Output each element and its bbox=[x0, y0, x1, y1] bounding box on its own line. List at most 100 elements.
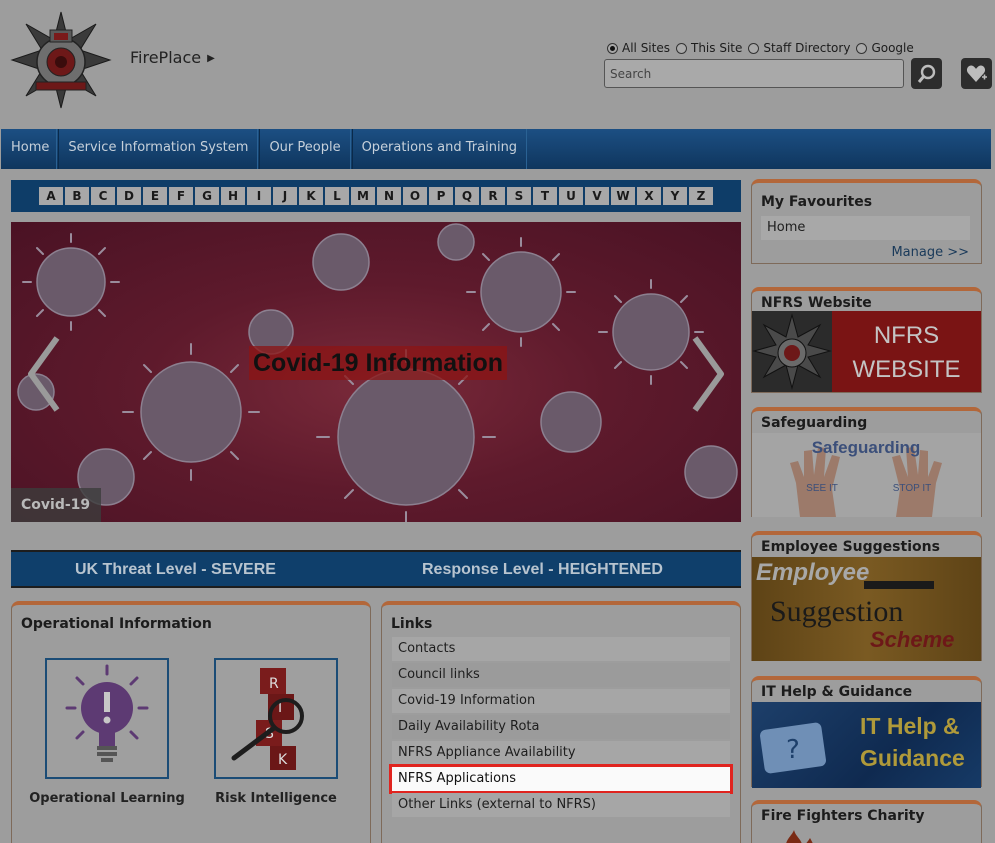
az-letter[interactable]: V bbox=[585, 187, 609, 205]
scope-this-site[interactable]: This Site bbox=[675, 41, 742, 55]
slide-title[interactable]: Covid-19 Information bbox=[249, 346, 508, 380]
radio-icon[interactable] bbox=[607, 42, 618, 54]
az-letter[interactable]: P bbox=[429, 187, 453, 205]
az-letter[interactable]: S bbox=[507, 187, 531, 205]
nfrs-website-panel: NFRS Website NFRS WEBSITE bbox=[751, 287, 982, 393]
link-covid-19-information[interactable]: Covid-19 Information bbox=[392, 689, 730, 713]
nfrs-website-banner[interactable]: NFRS WEBSITE bbox=[752, 311, 981, 392]
az-letter[interactable]: H bbox=[221, 187, 245, 205]
carousel-next-icon[interactable] bbox=[687, 334, 727, 414]
site-title[interactable]: FirePlace ▶ bbox=[130, 48, 215, 67]
panel-title: Safeguarding bbox=[761, 415, 868, 431]
az-letter[interactable]: Y bbox=[663, 187, 687, 205]
news-carousel[interactable]: Covid-19 Information Covid-19 bbox=[11, 222, 741, 522]
manage-favourites-link[interactable]: Manage >> bbox=[891, 245, 969, 260]
az-letter[interactable]: W bbox=[611, 187, 635, 205]
operational-learning-label[interactable]: Operational Learning bbox=[27, 791, 187, 806]
risk-intelligence-label[interactable]: Risk Intelligence bbox=[196, 791, 356, 806]
az-letter[interactable]: E bbox=[143, 187, 167, 205]
heart-plus-icon bbox=[966, 65, 987, 82]
az-letter[interactable]: Q bbox=[455, 187, 479, 205]
safeguarding-panel: Safeguarding Safeguarding SEE IT STOP IT bbox=[751, 407, 982, 517]
banner-text-line: WEBSITE bbox=[852, 356, 961, 383]
link-nfrs-applications[interactable]: NFRS Applications bbox=[389, 764, 733, 794]
panel-title: IT Help & Guidance bbox=[761, 684, 913, 700]
slide-caption: Covid-19 bbox=[11, 488, 101, 522]
hands-icon: Safeguarding SEE IT STOP IT bbox=[790, 438, 942, 517]
nav-home[interactable]: Home bbox=[1, 129, 58, 169]
az-letter[interactable]: C bbox=[91, 187, 115, 205]
az-letter[interactable]: T bbox=[533, 187, 557, 205]
carousel-prev-icon[interactable] bbox=[25, 334, 65, 414]
risk-intelligence-tile[interactable]: R I S K bbox=[214, 658, 338, 779]
radio-icon[interactable] bbox=[856, 42, 868, 54]
az-letter[interactable]: L bbox=[325, 187, 349, 205]
a-z-index: A B C D E F G H I J K L M N O P Q R S T … bbox=[11, 180, 741, 212]
banner-text-line: NFRS bbox=[873, 322, 940, 349]
az-letter[interactable]: R bbox=[481, 187, 505, 205]
employee-suggestions-banner[interactable]: Employee Suggestion Scheme bbox=[752, 557, 981, 661]
operational-information-panel: Operational Information Operational Lear… bbox=[11, 601, 371, 843]
svg-text:?: ? bbox=[786, 735, 800, 765]
links-panel: Links Contacts Council links Covid-19 In… bbox=[381, 601, 741, 843]
safeguarding-banner[interactable]: Safeguarding SEE IT STOP IT bbox=[752, 433, 981, 517]
uk-threat-level: UK Threat Level - SEVERE bbox=[75, 561, 276, 578]
nfrs-logo[interactable] bbox=[10, 10, 112, 110]
search-icon bbox=[917, 64, 935, 83]
nfrs-crest-icon bbox=[752, 311, 832, 392]
response-level: Response Level - HEIGHTENED bbox=[422, 561, 663, 578]
az-letter[interactable]: B bbox=[65, 187, 89, 205]
link-nfrs-appliance-availability[interactable]: NFRS Appliance Availability bbox=[392, 741, 730, 765]
az-letter[interactable]: K bbox=[299, 187, 323, 205]
az-letter[interactable]: M bbox=[351, 187, 375, 205]
hand-left-text: SEE IT bbox=[806, 483, 838, 494]
radio-icon[interactable] bbox=[675, 42, 687, 54]
link-other-links[interactable]: Other Links (external to NFRS) bbox=[392, 793, 730, 817]
scope-staff-directory[interactable]: Staff Directory bbox=[748, 41, 850, 55]
link-contacts[interactable]: Contacts bbox=[392, 637, 730, 661]
risk-cubes-icon: R I S K bbox=[231, 668, 304, 770]
flame-icon[interactable] bbox=[782, 830, 822, 843]
az-letter[interactable]: O bbox=[403, 187, 427, 205]
link-daily-availability-rota[interactable]: Daily Availability Rota bbox=[392, 715, 730, 739]
banner-text-line: IT Help & bbox=[860, 713, 960, 739]
my-favourites-panel: My Favourites Home Manage >> bbox=[751, 179, 982, 264]
employee-suggestions-panel: Employee Suggestions Employee Suggestion… bbox=[751, 531, 982, 661]
az-letter[interactable]: F bbox=[169, 187, 193, 205]
panel-title: NFRS Website bbox=[761, 295, 872, 311]
az-letter[interactable]: G bbox=[195, 187, 219, 205]
scope-all-sites[interactable]: All Sites bbox=[607, 41, 670, 55]
panel-title: Fire Fighters Charity bbox=[761, 808, 925, 824]
search-input[interactable] bbox=[604, 59, 904, 88]
keyboard-key-icon: ? bbox=[760, 722, 826, 774]
scope-google[interactable]: Google bbox=[856, 41, 914, 55]
az-letter[interactable]: Z bbox=[689, 187, 713, 205]
az-letter[interactable]: I bbox=[247, 187, 271, 205]
link-council-links[interactable]: Council links bbox=[392, 663, 730, 687]
search-button[interactable] bbox=[911, 58, 942, 89]
banner-text-scheme: Scheme bbox=[870, 627, 955, 652]
favourite-item[interactable]: Home bbox=[761, 216, 970, 240]
slot-icon bbox=[864, 581, 934, 589]
it-help-banner[interactable]: ? IT Help & Guidance bbox=[752, 702, 981, 788]
nav-operations-and-training[interactable]: Operations and Training bbox=[351, 129, 528, 169]
svg-text:K: K bbox=[278, 752, 288, 768]
az-letter[interactable]: J bbox=[273, 187, 297, 205]
az-letter[interactable]: A bbox=[39, 187, 63, 205]
nav-service-information-system[interactable]: Service Information System bbox=[58, 129, 259, 169]
az-letter[interactable]: N bbox=[377, 187, 401, 205]
operational-learning-tile[interactable] bbox=[45, 658, 169, 779]
banner-text-employee: Employee bbox=[756, 559, 870, 586]
az-letter[interactable]: U bbox=[559, 187, 583, 205]
az-letter[interactable]: X bbox=[637, 187, 661, 205]
az-letter[interactable]: D bbox=[117, 187, 141, 205]
hand-right-text: STOP IT bbox=[893, 483, 932, 494]
nav-our-people[interactable]: Our People bbox=[259, 129, 351, 169]
svg-text:R: R bbox=[269, 676, 279, 692]
radio-icon[interactable] bbox=[748, 42, 760, 54]
panel-title: My Favourites bbox=[761, 194, 873, 210]
add-favourite-button[interactable] bbox=[961, 58, 992, 89]
panel-title: Operational Information bbox=[21, 616, 212, 632]
safeguarding-text: Safeguarding bbox=[812, 438, 921, 457]
fire-fighters-charity-panel: Fire Fighters Charity bbox=[751, 800, 982, 843]
